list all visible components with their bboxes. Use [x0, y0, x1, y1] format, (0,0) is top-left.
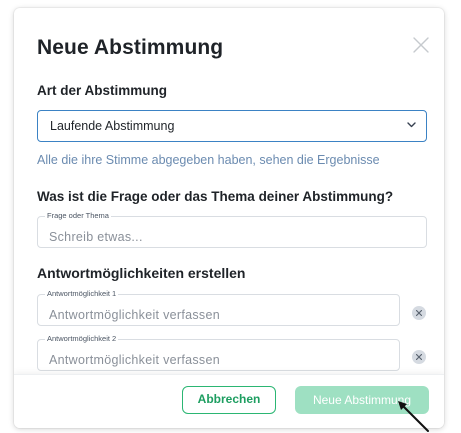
question-field: Frage oder Thema [37, 211, 427, 248]
dialog-title: Neue Abstimmung [37, 36, 224, 59]
poll-type-select[interactable]: Laufende Abstimmung [37, 110, 427, 142]
answer-input-1[interactable] [38, 295, 399, 325]
close-icon [416, 310, 422, 316]
chevron-down-icon [407, 122, 416, 128]
cancel-button[interactable]: Abbrechen [182, 386, 276, 414]
new-poll-dialog: Neue Abstimmung Art der Abstimmung Laufe… [14, 8, 444, 428]
answers-label: Antwortmöglichkeiten erstellen [37, 265, 246, 281]
poll-type-hint: Alle die ihre Stimme abgegeben haben, se… [37, 153, 380, 167]
remove-answer-1-button[interactable] [412, 306, 426, 320]
question-label: Was ist die Frage oder das Thema deiner … [37, 189, 394, 204]
close-button[interactable] [409, 33, 433, 57]
dialog-footer: Abbrechen Neue Abstimmung [14, 374, 444, 428]
close-icon [413, 37, 429, 53]
create-poll-button[interactable]: Neue Abstimmung [295, 386, 429, 414]
poll-type-selected-value: Laufende Abstimmung [50, 119, 175, 133]
question-input[interactable] [38, 217, 426, 247]
answer-input-2[interactable] [38, 340, 399, 370]
poll-type-label: Art der Abstimmung [37, 83, 168, 98]
answer-field-1: Antwortmöglichkeit 1 [37, 289, 400, 326]
answer-field-2: Antwortmöglichkeit 2 [37, 334, 400, 371]
remove-answer-2-button[interactable] [412, 350, 426, 364]
close-icon [416, 354, 422, 360]
